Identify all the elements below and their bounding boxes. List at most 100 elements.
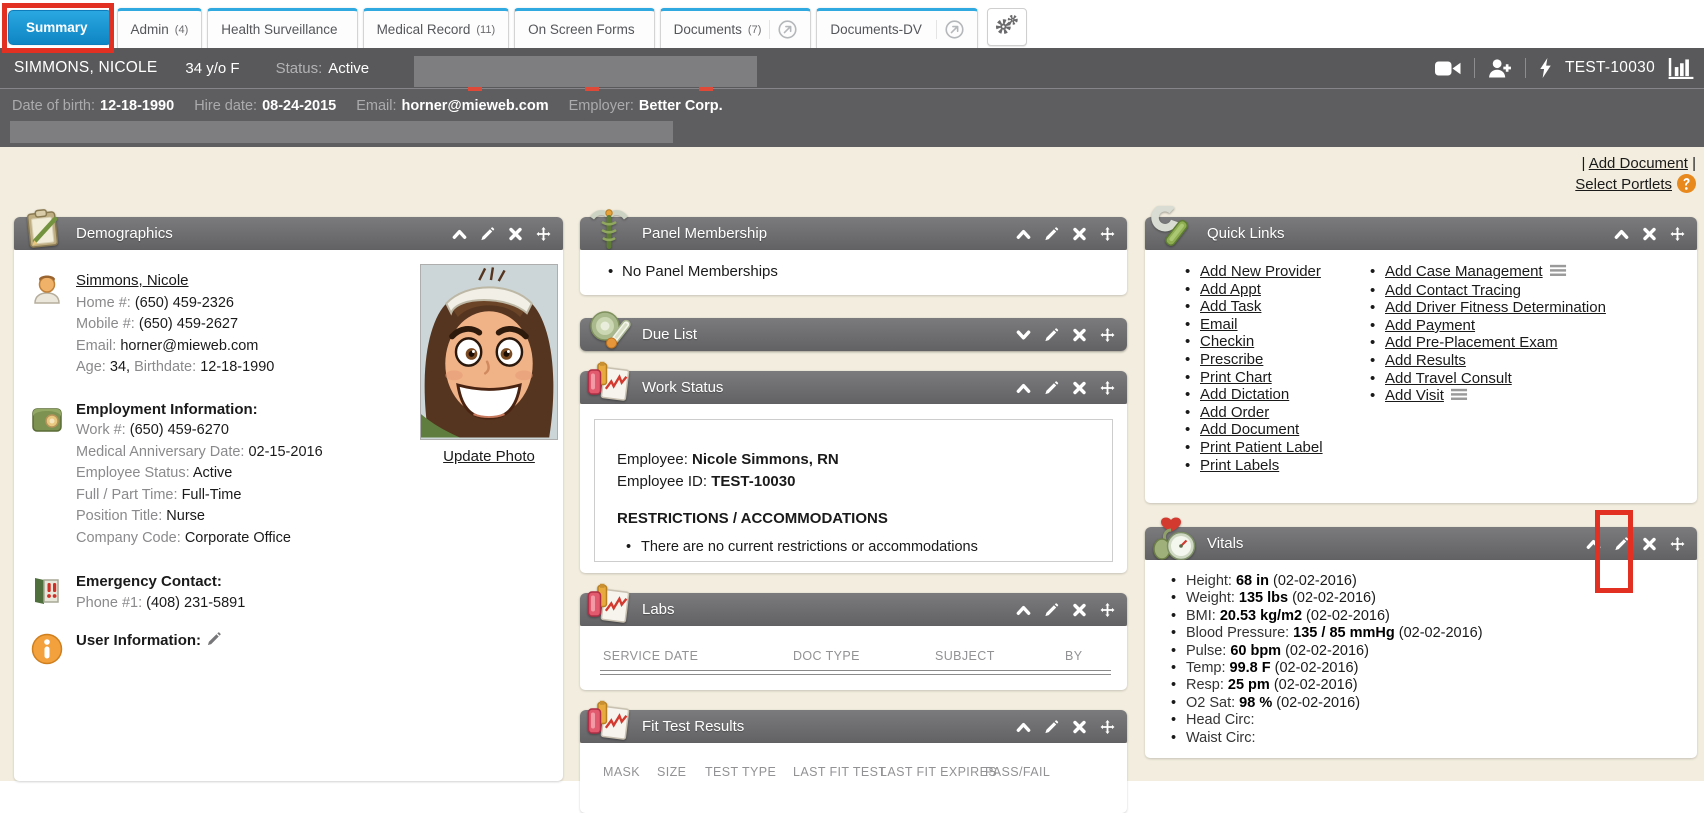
tab[interactable]: On Screen Forms [514,8,655,48]
quick-link[interactable]: Add Case Management [1385,263,1543,280]
move-icon[interactable] [1100,227,1115,241]
vitals-item: Waist Circ: [1171,730,1483,747]
close-icon[interactable] [1072,603,1087,617]
collapse-icon[interactable] [1016,720,1031,734]
list-icon[interactable] [1550,264,1567,282]
column-header[interactable]: MASK [603,765,640,779]
quick-link[interactable]: Email [1200,316,1238,333]
add-document-link[interactable]: Add Document [1589,155,1688,172]
close-icon[interactable] [508,227,523,241]
portlet-vitals: Vitals Height:68 in(02-02-2016)Weight:13… [1145,527,1697,758]
quick-link-item: Add Document [1185,421,1323,439]
quick-link[interactable]: Add Dictation [1200,386,1289,403]
quick-link[interactable]: Print Labels [1200,457,1279,474]
tab-settings-button[interactable] [987,8,1027,46]
edit-icon[interactable] [480,227,495,241]
update-photo-link[interactable]: Update Photo [443,448,535,465]
quick-link[interactable]: Add Payment [1385,317,1475,334]
tab[interactable]: Documents (7) [660,8,812,48]
close-icon[interactable] [1072,381,1087,395]
quick-link[interactable]: Add Driver Fitness Determination [1385,299,1606,316]
column-header[interactable]: LAST FIT TEST [793,765,886,779]
edit-icon[interactable] [1044,603,1059,617]
move-icon[interactable] [1100,603,1115,617]
help-icon[interactable] [1677,174,1696,199]
quick-link[interactable]: Prescribe [1200,351,1263,368]
quick-link[interactable]: Checkin [1200,333,1254,350]
select-portlets-link[interactable]: Select Portlets [1575,176,1672,193]
lightning-bolt-icon[interactable] [1539,58,1552,78]
close-icon[interactable] [1072,720,1087,734]
patient-age-sex: 34 y/o F [185,60,239,77]
quick-link[interactable]: Add Visit [1385,387,1444,404]
quick-link[interactable]: Add Travel Consult [1385,370,1512,387]
move-icon[interactable] [1670,227,1685,241]
column-header[interactable]: SERVICE DATE [603,649,698,663]
quick-link[interactable]: Add New Provider [1200,263,1321,280]
close-icon[interactable] [1072,227,1087,241]
edit-icon[interactable] [1044,227,1059,241]
quick-link-item: Add Appt [1185,281,1323,299]
external-link-icon[interactable] [936,20,964,39]
quick-link-item: Add Travel Consult [1370,370,1606,388]
collapse-icon[interactable] [1614,227,1629,241]
tab[interactable]: Medical Record (11) [363,8,510,48]
collapse-icon[interactable] [1016,381,1031,395]
flowsheet-chart-icon[interactable] [1668,58,1694,79]
tab-label: Medical Record [377,22,471,37]
move-icon[interactable] [1100,381,1115,395]
quick-link[interactable]: Add Contact Tracing [1385,282,1521,299]
quick-link-item: Add Contact Tracing [1370,282,1606,300]
edit-icon[interactable] [1614,537,1629,551]
quick-link[interactable]: Add Task [1200,298,1261,315]
edit-icon[interactable] [1044,328,1059,342]
tab[interactable]: Documents-DV [816,8,978,48]
column-header[interactable]: DOC TYPE [793,649,860,663]
quick-link[interactable]: Add Order [1200,404,1269,421]
column-header[interactable]: SUBJECT [935,649,995,663]
edit-icon[interactable] [1044,720,1059,734]
quick-link-item: Print Chart [1185,369,1323,387]
quick-link-item: Print Labels [1185,457,1323,475]
collapse-icon[interactable] [1016,227,1031,241]
quick-link[interactable]: Print Chart [1200,369,1272,386]
vitals-item: Temp:99.8 F(02-02-2016) [1171,660,1483,677]
move-icon[interactable] [1670,537,1685,551]
collapse-icon[interactable] [1586,537,1601,551]
move-icon[interactable] [536,227,551,241]
add-user-icon[interactable] [1488,58,1512,78]
collapse-icon[interactable] [452,227,467,241]
patient-header: SIMMONS, NICOLE 34 y/o F Status: Active … [0,48,1704,88]
move-icon[interactable] [1100,720,1115,734]
collapse-icon[interactable] [1016,603,1031,617]
video-camera-icon[interactable] [1435,60,1461,77]
tab[interactable]: Summary [8,10,112,45]
column-header[interactable]: BY [1065,649,1082,663]
list-icon[interactable] [1451,388,1468,406]
quick-link[interactable]: Add Appt [1200,281,1261,298]
tab[interactable]: Admin (4) [117,8,203,48]
expand-icon[interactable] [1016,328,1031,342]
quick-link[interactable]: Add Results [1385,352,1466,369]
column-header[interactable]: PASS/FAIL [985,765,1050,779]
edit-icon[interactable] [1044,381,1059,395]
edit-pencil-icon[interactable] [207,631,221,653]
portlet-demographics: Demographics Simmons, Nicole Home #: (65… [14,217,563,781]
close-icon[interactable] [1642,537,1657,551]
external-link-icon[interactable] [769,20,797,39]
tab[interactable]: Health Surveillance [207,8,357,48]
quick-link[interactable]: Add Document [1200,421,1299,438]
column-header[interactable]: SIZE [657,765,686,779]
quick-link[interactable]: Add Pre-Placement Exam [1385,334,1558,351]
column-header[interactable]: LAST FIT EXPIRES [880,765,997,779]
close-icon[interactable] [1072,328,1087,342]
close-icon[interactable] [1642,227,1657,241]
portlet-title: Fit Test Results [642,718,744,735]
employment-field: Employee Status: Active [76,463,547,485]
move-icon[interactable] [1100,328,1115,342]
column-header[interactable]: TEST TYPE [705,765,776,779]
vitals-item: Head Circ: [1171,712,1483,729]
quick-link-item: Add Dictation [1185,386,1323,404]
patient-name-link[interactable]: Simmons, Nicole [76,272,189,289]
quick-link[interactable]: Print Patient Label [1200,439,1323,456]
